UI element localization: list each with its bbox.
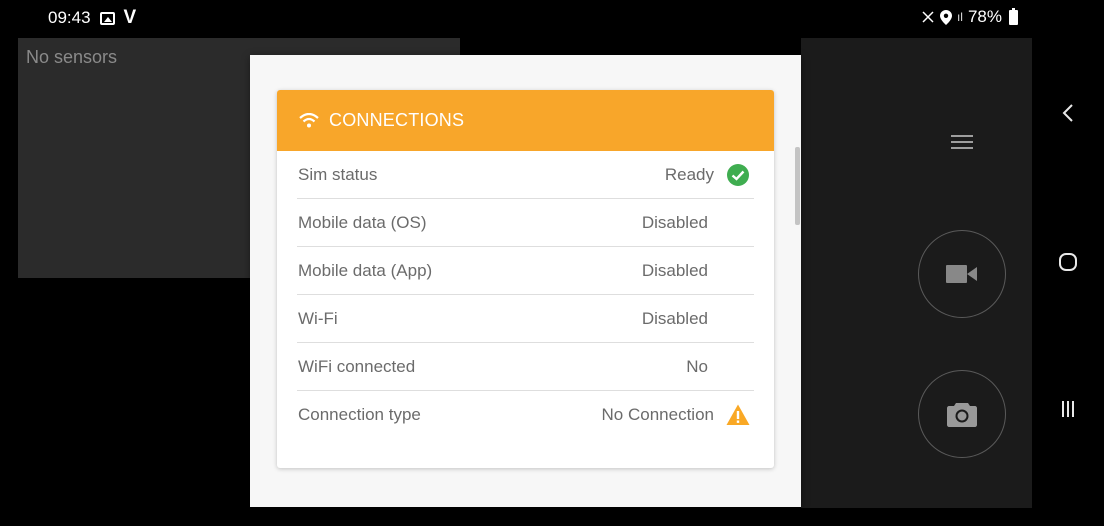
no-sensors-label: No sensors — [26, 47, 118, 67]
video-camera-icon — [946, 265, 977, 283]
warning-triangle-icon — [726, 404, 750, 425]
status-left: 09:43 V — [48, 7, 136, 29]
row-mobile-data-os: Mobile data (OS) Disabled — [297, 199, 754, 247]
signal-strength: ıl — [956, 10, 963, 24]
back-icon — [1062, 104, 1073, 122]
card-header: CONNECTIONS — [277, 90, 774, 151]
row-connection-type: Connection type No Connection — [297, 391, 754, 438]
android-nav-bar — [1032, 0, 1104, 526]
recents-nav-button[interactable] — [1032, 400, 1104, 423]
wifi-icon — [299, 112, 319, 127]
card-title: CONNECTIONS — [329, 110, 465, 130]
row-label: WiFi connected — [298, 356, 416, 376]
status-right: ıl 78% — [921, 7, 1018, 27]
status-time: 09:43 — [48, 8, 91, 27]
location-icon — [939, 9, 952, 25]
row-value: No — [686, 356, 708, 376]
row-sim-status: Sim status Ready — [297, 151, 754, 199]
row-label: Mobile data (OS) — [298, 212, 427, 232]
photo-camera-icon — [947, 403, 977, 427]
row-value: Disabled — [641, 260, 708, 280]
connection-rows: Sim status Ready Mobile data (OS) Disabl… — [277, 151, 774, 438]
check-circle-icon — [727, 163, 749, 186]
row-wifi: Wi-Fi Disabled — [297, 295, 754, 343]
row-value: Disabled — [641, 212, 708, 232]
row-mobile-data-app: Mobile data (App) Disabled — [297, 247, 754, 295]
camera-control-area — [801, 38, 1032, 508]
battery-percent: 78% — [967, 7, 1002, 26]
carrier-letter: V — [123, 7, 137, 28]
row-label: Mobile data (App) — [298, 260, 433, 280]
take-photo-button[interactable] — [918, 370, 1006, 458]
mute-signal-icon — [922, 11, 934, 23]
back-nav-button[interactable] — [1032, 104, 1104, 127]
row-value: No Connection — [601, 404, 714, 424]
hamburger-menu-icon[interactable] — [951, 135, 973, 149]
home-icon — [1059, 253, 1077, 271]
dialog-scrollbar[interactable] — [795, 147, 800, 225]
record-video-button[interactable] — [918, 230, 1006, 318]
row-label: Wi-Fi — [298, 308, 338, 328]
gallery-notification-icon — [99, 11, 115, 25]
home-nav-button[interactable] — [1032, 252, 1104, 277]
connections-card: CONNECTIONS Sim status Ready Mobile data… — [277, 90, 774, 468]
row-value: Disabled — [641, 308, 708, 328]
connections-dialog: CONNECTIONS Sim status Ready Mobile data… — [250, 55, 801, 507]
status-bar: 09:43 V ıl 78% — [0, 0, 1032, 38]
row-value: Ready — [664, 164, 714, 184]
row-label: Sim status — [298, 164, 378, 184]
recents-icon — [1062, 401, 1074, 417]
row-wifi-connected: WiFi connected No — [297, 343, 754, 391]
battery-icon — [1009, 7, 1018, 25]
row-label: Connection type — [298, 404, 421, 424]
